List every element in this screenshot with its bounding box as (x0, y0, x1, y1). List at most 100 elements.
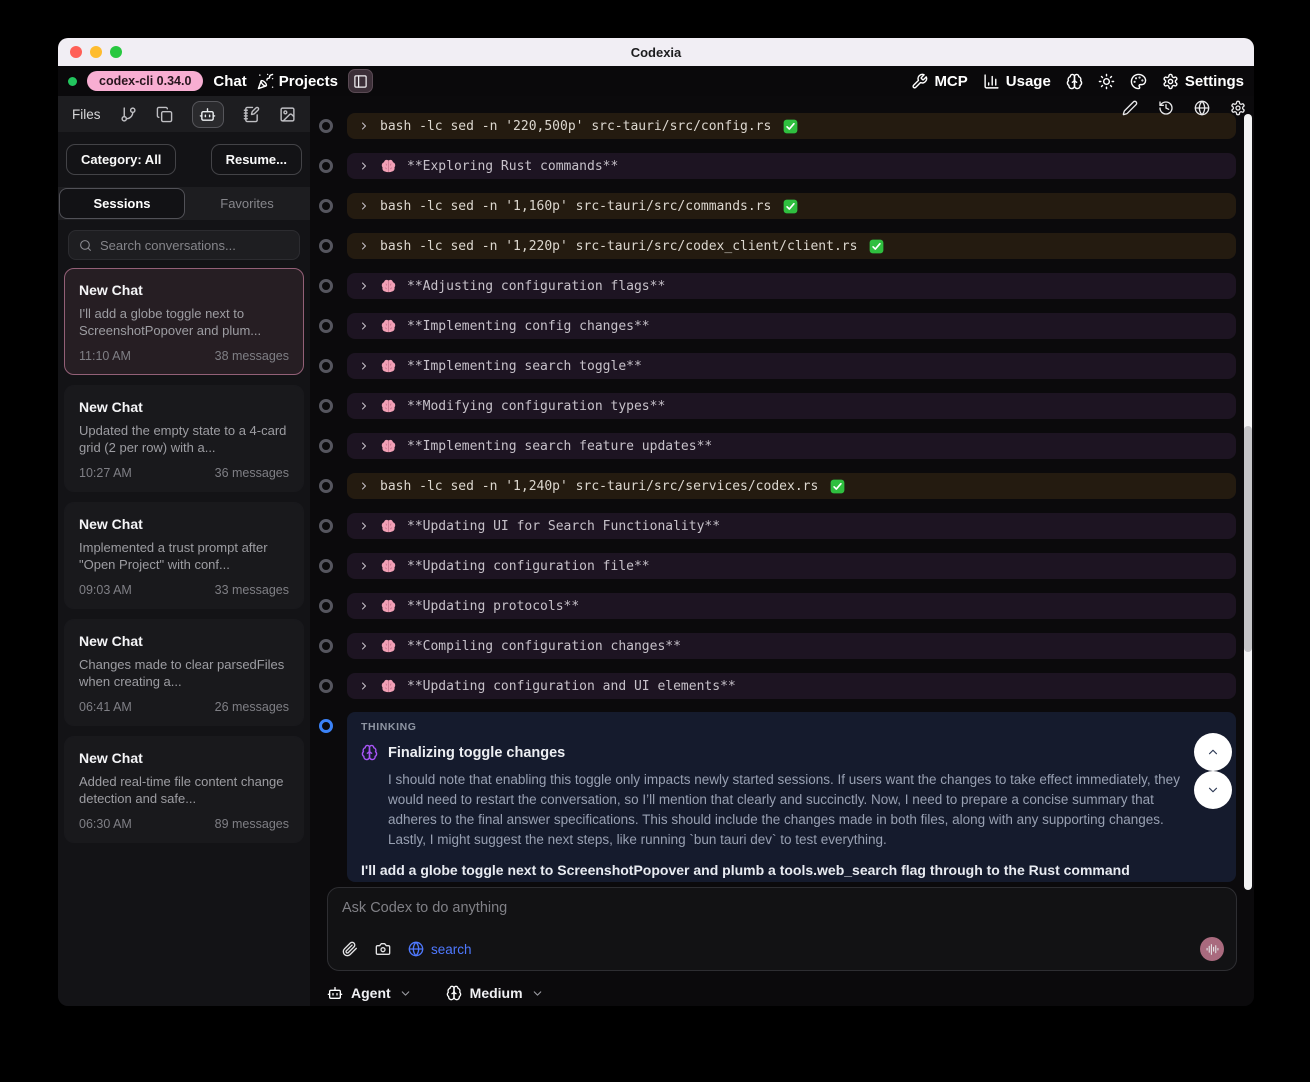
thinking-summary-row[interactable]: **Adjusting configuration flags** (347, 273, 1236, 299)
thinking-summary-row[interactable]: **Exploring Rust commands** (347, 153, 1236, 179)
composer-statusbar: Agent Medium (327, 985, 544, 1001)
titlebar: Codexia (58, 38, 1254, 66)
row-status-ring (319, 399, 333, 413)
session-time: 10:27 AM (79, 466, 132, 480)
gear-icon[interactable] (1230, 100, 1246, 116)
tab-projects-label: Projects (279, 73, 338, 90)
chevron-right-icon (358, 480, 370, 492)
resume-button[interactable]: Resume... (211, 144, 302, 175)
scroll-down-button[interactable] (1194, 771, 1232, 809)
sun-icon[interactable] (1098, 73, 1115, 90)
audio-waveform-icon (1206, 943, 1219, 956)
thinking-summary-row[interactable]: **Compiling configuration changes** (347, 633, 1236, 659)
tab-projects[interactable]: Projects (257, 73, 338, 90)
tab-favorites[interactable]: Favorites (185, 188, 309, 219)
conversation-row: **Updating configuration and UI elements… (310, 673, 1236, 699)
status-dot (68, 77, 77, 86)
conversation-rows: bash -lc sed -n '220,500p' src-tauri/src… (310, 113, 1236, 713)
camera-icon[interactable] (375, 941, 391, 957)
brain-icon (446, 985, 462, 1001)
row-status-ring (319, 439, 333, 453)
thinking-summary-row[interactable]: **Implementing config changes** (347, 313, 1236, 339)
thinking-summary-row[interactable]: **Implementing search feature updates** (347, 433, 1236, 459)
thinking-title: Finalizing toggle changes (388, 745, 565, 761)
session-title: New Chat (79, 282, 289, 298)
search-input[interactable] (100, 238, 289, 253)
tab-sessions[interactable]: Sessions (59, 188, 185, 219)
row-status-ring (319, 599, 333, 613)
session-card[interactable]: New ChatI'll add a globe toggle next to … (64, 268, 304, 375)
composer-input[interactable] (342, 900, 1222, 932)
sidebar-tab-sessions-bot[interactable] (192, 101, 224, 128)
chevron-down-icon (1206, 783, 1220, 797)
settings-button[interactable]: Settings (1162, 73, 1244, 90)
bot-icon (327, 985, 343, 1001)
voice-input-button[interactable] (1200, 937, 1224, 961)
chevron-down-icon (531, 987, 544, 1000)
app-window: Codexia codex-cli 0.34.0 Chat Projects M… (58, 38, 1254, 1006)
minimize-window-button[interactable] (90, 46, 102, 58)
session-meta: 06:41 AM26 messages (79, 700, 289, 714)
thinking-summary-row[interactable]: **Updating UI for Search Functionality** (347, 513, 1236, 539)
brain-icon[interactable] (1066, 73, 1083, 90)
tab-chat[interactable]: Chat (213, 73, 246, 90)
row-text: bash -lc sed -n '1,220p' src-tauri/src/c… (380, 239, 857, 254)
conversation-row: **Implementing config changes** (310, 313, 1236, 339)
conversation-row: bash -lc sed -n '220,500p' src-tauri/src… (310, 113, 1236, 139)
scrollbar-thumb[interactable] (1244, 426, 1252, 652)
session-title: New Chat (79, 750, 289, 766)
session-card[interactable]: New ChatChanges made to clear parsedFile… (64, 619, 304, 726)
conversation-search[interactable] (68, 230, 300, 260)
session-message-count: 89 messages (215, 817, 289, 831)
agent-mode-dropdown[interactable]: Agent (327, 985, 412, 1001)
conversation-row: bash -lc sed -n '1,160p' src-tauri/src/c… (310, 193, 1236, 219)
globe-icon[interactable] (1194, 100, 1210, 116)
toggle-sidebar-button[interactable] (348, 69, 373, 93)
bot-icon (199, 106, 216, 123)
thinking-summary-row[interactable]: **Modifying configuration types** (347, 393, 1236, 419)
history-icon[interactable] (1158, 100, 1174, 116)
attach-file-icon[interactable] (342, 941, 358, 957)
mcp-button[interactable]: MCP (911, 73, 967, 90)
bash-command-row[interactable]: bash -lc sed -n '220,500p' src-tauri/src… (347, 113, 1236, 139)
row-status-ring (319, 519, 333, 533)
copy-icon[interactable] (156, 106, 173, 123)
chevron-right-icon (358, 120, 370, 132)
scroll-up-button[interactable] (1194, 733, 1232, 771)
row-text: bash -lc sed -n '1,160p' src-tauri/src/c… (380, 199, 771, 214)
conversation-row: **Modifying configuration types** (310, 393, 1236, 419)
thinking-summary-row[interactable]: **Updating configuration and UI elements… (347, 673, 1236, 699)
bash-command-row[interactable]: bash -lc sed -n '1,220p' src-tauri/src/c… (347, 233, 1236, 259)
session-card[interactable]: New ChatImplemented a trust prompt after… (64, 502, 304, 609)
thinking-summary-row[interactable]: **Implementing search toggle** (347, 353, 1236, 379)
usage-button[interactable]: Usage (983, 73, 1051, 90)
web-search-toggle[interactable]: search (408, 941, 472, 957)
close-window-button[interactable] (70, 46, 82, 58)
brain-emoji-icon (380, 558, 397, 575)
thinking-summary-row[interactable]: **Updating configuration file** (347, 553, 1236, 579)
sidebar-tab-files[interactable]: Files (72, 107, 101, 122)
git-branch-icon[interactable] (120, 106, 137, 123)
check-icon (783, 199, 798, 214)
pencil-icon[interactable] (1122, 100, 1138, 116)
notebook-pen-icon[interactable] (243, 106, 260, 123)
bash-command-row[interactable]: bash -lc sed -n '1,240p' src-tauri/src/s… (347, 473, 1236, 499)
row-status-ring (319, 479, 333, 493)
thinking-summary-row[interactable]: **Updating protocols** (347, 593, 1236, 619)
version-badge[interactable]: codex-cli 0.34.0 (87, 71, 203, 91)
thinking-panel: THINKING Finalizing toggle changes I sho… (347, 712, 1236, 882)
session-card[interactable]: New ChatAdded real-time file content cha… (64, 736, 304, 843)
brain-icon (361, 744, 378, 761)
bash-command-row[interactable]: bash -lc sed -n '1,160p' src-tauri/src/c… (347, 193, 1236, 219)
scrollbar[interactable] (1244, 114, 1252, 890)
reasoning-effort-dropdown[interactable]: Medium (446, 985, 544, 1001)
zoom-window-button[interactable] (110, 46, 122, 58)
image-icon[interactable] (279, 106, 296, 123)
app-toolbar: codex-cli 0.34.0 Chat Projects MCP Usage (58, 66, 1254, 96)
category-filter-button[interactable]: Category: All (66, 144, 176, 175)
palette-icon[interactable] (1130, 73, 1147, 90)
row-text: **Updating configuration and UI elements… (407, 679, 736, 694)
session-meta: 09:03 AM33 messages (79, 583, 289, 597)
thinking-status-ring (319, 719, 333, 733)
session-card[interactable]: New ChatUpdated the empty state to a 4-c… (64, 385, 304, 492)
